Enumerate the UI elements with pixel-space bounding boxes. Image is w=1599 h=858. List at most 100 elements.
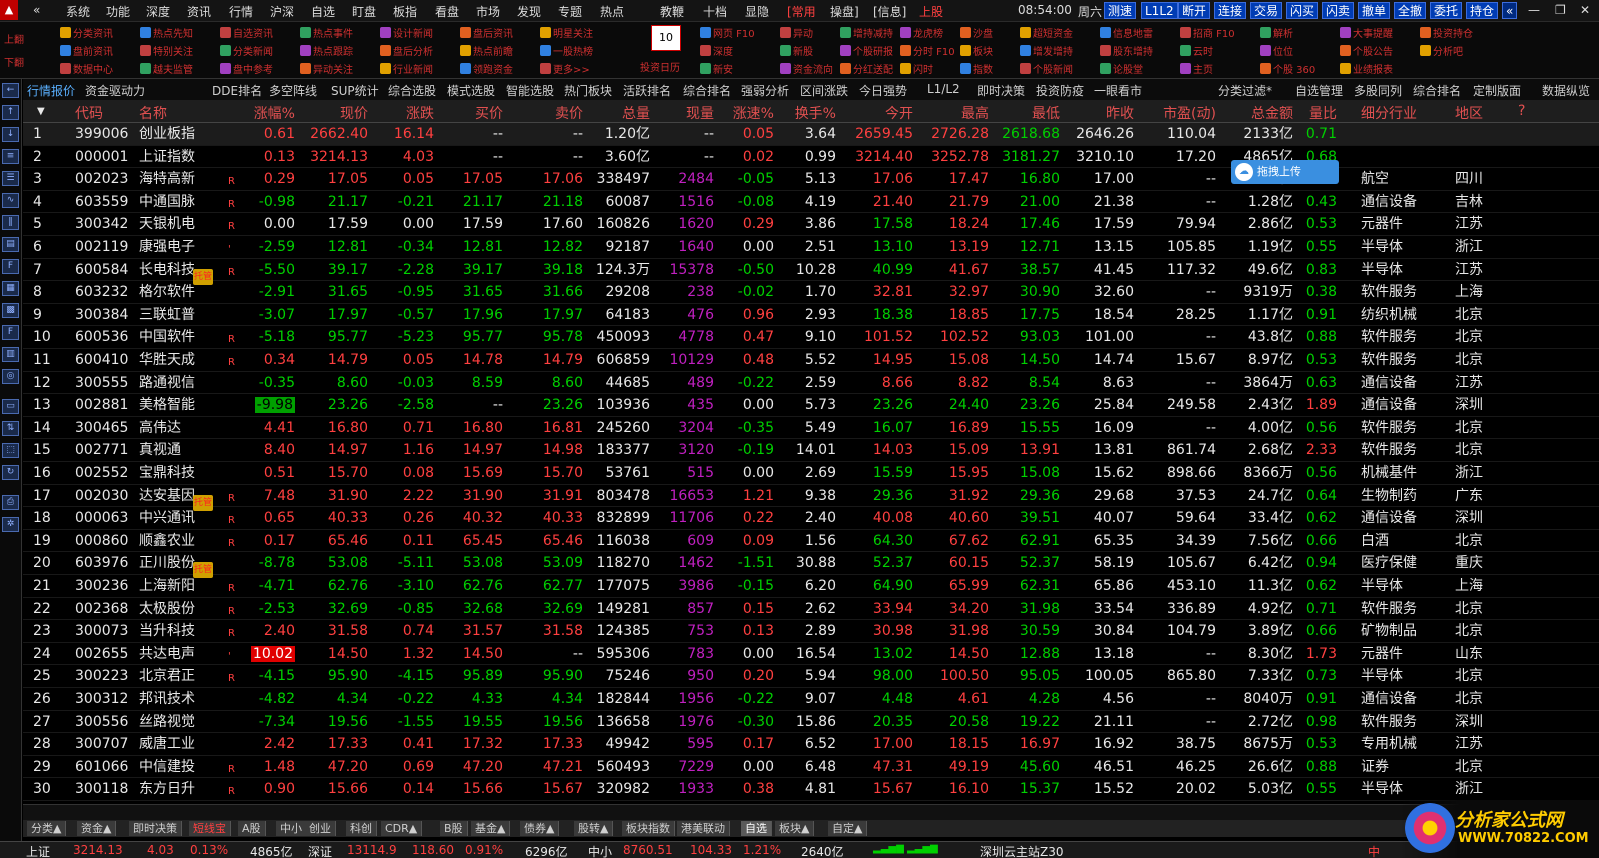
toolbar-link[interactable]: 新安 xyxy=(700,63,733,78)
horizontal-scrollbar[interactable] xyxy=(23,804,1599,820)
report-icon[interactable]: ▤ xyxy=(2,237,19,252)
toolbar-link[interactable]: 更多>> xyxy=(540,63,590,78)
bottom-tab[interactable]: 分类▲ xyxy=(27,821,67,836)
table-row[interactable]: 12 300555 路通视信 -0.35 8.60 -0.03 8.59 8.60 44685 4… xyxy=(23,372,1599,395)
toolbar-link[interactable]: 指数 xyxy=(960,63,993,78)
list-icon[interactable]: ☰ xyxy=(2,171,19,186)
table-row[interactable]: 10 600536 中国软件 -5.18 95.77 -5.23 95.77 95.78 450… xyxy=(23,326,1599,349)
l1l2-button[interactable]: L1L2 xyxy=(1141,2,1178,19)
table-row[interactable]: 4 603559 中通国脉 -0.98 21.17 -0.21 21.17 21.18 6008… xyxy=(23,191,1599,214)
connect-button[interactable]: 连接 xyxy=(1214,2,1247,19)
tab-12[interactable]: 区间涨跌 xyxy=(800,82,848,99)
toolbar-link[interactable]: 增发增持 xyxy=(1020,45,1073,60)
bottom-tab[interactable]: 基金▲ xyxy=(471,821,511,836)
table-row[interactable]: 8 603232 格尔软件 -2.91 31.65 -0.95 31.65 31.66 2920… xyxy=(23,281,1599,304)
app-logo-icon[interactable]: ▲ xyxy=(0,0,18,20)
table-row[interactable]: 3 002023 海特高新 0.29 17.05 0.05 17.05 17.06 338497… xyxy=(23,168,1599,191)
col-header[interactable]: 细分行业 xyxy=(1361,103,1417,123)
col-header[interactable]: 买价 xyxy=(475,103,503,123)
col-header[interactable]: 总量 xyxy=(622,103,650,123)
col-header[interactable]: 量比 xyxy=(1309,103,1337,123)
flash-sell-button[interactable]: 闪卖 xyxy=(1322,2,1355,19)
ime-indicator[interactable]: 中 xyxy=(1368,843,1380,858)
tab-1[interactable]: 资金驱动力 xyxy=(85,82,145,99)
sort-icon[interactable]: ⇅ xyxy=(2,421,19,436)
tab-23[interactable]: 数据纵览 xyxy=(1542,82,1590,99)
server-name[interactable]: 深圳云主站Z30 xyxy=(980,843,1064,858)
grid-icon[interactable]: ▩ xyxy=(2,303,19,318)
table-row[interactable]: 17 002030 达安基因 7.48 31.90 2.22 31.90 31.91 80347… xyxy=(23,485,1599,511)
toolbar-link[interactable]: 个股公告 xyxy=(1340,45,1393,60)
chart-icon[interactable]: ∿ xyxy=(2,193,19,208)
toolbar-link[interactable]: 热点先知 xyxy=(140,27,193,42)
disconnect-button[interactable]: 断开 xyxy=(1178,2,1211,19)
table-row[interactable]: 30 300118 东方日升 0.90 15.66 0.14 15.66 15.67 32098… xyxy=(23,778,1599,801)
col-header[interactable]: 涨速% xyxy=(733,103,774,123)
menu-common[interactable]: [常用 xyxy=(787,3,816,20)
bottom-tab[interactable]: 港美联动 xyxy=(677,821,730,836)
bottom-tab[interactable]: 即时决策 xyxy=(129,821,182,836)
toolbar-link[interactable]: 盘后分析 xyxy=(380,45,433,60)
toolbar-link[interactable]: 论股堂 xyxy=(1100,63,1143,78)
table-row[interactable]: 16 002552 宝鼎科技 0.51 15.70 0.08 15.69 15.70 53761… xyxy=(23,462,1599,485)
toolbar-link[interactable]: 分类资讯 xyxy=(60,27,113,42)
toolbar-link[interactable]: 盘后资讯 xyxy=(460,27,513,42)
menu-trade[interactable]: 操盘] xyxy=(830,3,859,20)
f2-icon[interactable]: F xyxy=(2,325,19,340)
toolbar-link[interactable]: 个股新闻 xyxy=(1020,63,1073,78)
table-row[interactable]: 25 300223 北京君正 -4.15 95.90 -4.15 95.89 95.90 752… xyxy=(23,665,1599,688)
toolbar-link[interactable]: 越夫监管 xyxy=(140,63,193,78)
menu-sector-index[interactable]: 板指 xyxy=(393,3,417,20)
toolbar-link[interactable]: 增持减持 xyxy=(840,27,893,42)
menu-up-stock[interactable]: 上股 xyxy=(919,3,943,20)
toolbar-link[interactable]: 主页 xyxy=(1180,63,1213,78)
table-row[interactable]: 7 600584 长电科技 -5.50 39.17 -2.28 39.17 39.18 124.… xyxy=(23,259,1599,285)
menu-depth[interactable]: 深度 xyxy=(146,3,170,20)
toolbar-link[interactable]: 分时 F10 xyxy=(900,45,955,60)
toolbar-link[interactable]: 个股 360 xyxy=(1260,63,1315,78)
toolbar-link[interactable]: 新股 xyxy=(780,45,813,60)
page-down-button[interactable]: 下翻 xyxy=(4,56,24,71)
sync-icon[interactable]: ↻ xyxy=(2,465,19,480)
tab-15[interactable]: 即时决策 xyxy=(977,82,1025,99)
col-header[interactable]: 代码 xyxy=(75,103,103,123)
col-header[interactable]: 换手% xyxy=(795,103,836,123)
toolbar-link[interactable]: 大事提醒 xyxy=(1340,27,1393,42)
toolbar-link[interactable]: 位位 xyxy=(1260,45,1293,60)
toolbar-link[interactable]: 沙盘 xyxy=(960,27,993,42)
toolbar-link[interactable]: 盘前资讯 xyxy=(60,45,113,60)
down-arrow-icon[interactable]: ↓ xyxy=(2,127,19,142)
table-row[interactable]: 1 399006 创业板指 0.61 2662.40 16.14 -- -- 1.20亿 -- 0.… xyxy=(23,123,1599,146)
f10-icon[interactable]: F xyxy=(2,259,19,274)
toolbar-link[interactable]: 超短资金 xyxy=(1020,27,1073,42)
tab-22[interactable]: 定制版面 xyxy=(1473,82,1521,99)
tab-16[interactable]: 投资防疫 xyxy=(1036,82,1084,99)
toolbar-link[interactable]: 一股热榜 xyxy=(540,45,593,60)
select-icon[interactable]: ⬚ xyxy=(2,443,19,458)
calendar-label[interactable]: 投资日历 xyxy=(640,59,680,74)
table-row[interactable]: 19 000860 顺鑫农业 0.17 65.46 0.11 65.45 65.46 11603… xyxy=(23,530,1599,553)
target-icon[interactable]: ◎ xyxy=(2,369,19,384)
menu-market[interactable]: 市场 xyxy=(476,3,500,20)
bottom-tab[interactable]: 自选 xyxy=(741,821,772,836)
table-row[interactable]: 5 300342 天银机电 0.00 17.59 0.00 17.59 17.60 160826… xyxy=(23,213,1599,236)
table-row[interactable]: 28 300707 威唐工业 2.42 17.33 0.41 17.32 17.33 49942… xyxy=(23,733,1599,756)
entrust-button[interactable]: 委托 xyxy=(1430,2,1463,19)
bottom-tab[interactable]: 中小 xyxy=(276,821,307,836)
toolbar-link[interactable]: 热点前瞻 xyxy=(460,45,513,60)
close-icon[interactable]: ✕ xyxy=(1580,3,1590,17)
col-header[interactable]: 昨收 xyxy=(1106,103,1134,123)
toolbar-link[interactable]: 热点事件 xyxy=(300,27,353,42)
menu-whip[interactable]: 教鞭 xyxy=(660,3,684,20)
col-header[interactable]: 地区 xyxy=(1455,103,1483,123)
toolbar-link[interactable]: 板块 xyxy=(960,45,993,60)
up-arrow-icon[interactable]: ↑ xyxy=(2,105,19,120)
toolbar-link[interactable]: 异动关注 xyxy=(300,63,353,78)
stats-icon[interactable]: ▥ xyxy=(2,347,19,362)
menu-hotspot[interactable]: 热点 xyxy=(600,3,624,20)
toolbar-link[interactable]: 分析吧 xyxy=(1420,45,1463,60)
toolbar-link[interactable]: 热点跟踪 xyxy=(300,45,353,60)
tab-0[interactable]: 行情报价 xyxy=(27,82,75,99)
table-row[interactable]: 22 002368 太极股份 -2.53 32.69 -0.85 32.68 32.69 149… xyxy=(23,598,1599,621)
menu-shsz[interactable]: 沪深 xyxy=(270,3,294,20)
